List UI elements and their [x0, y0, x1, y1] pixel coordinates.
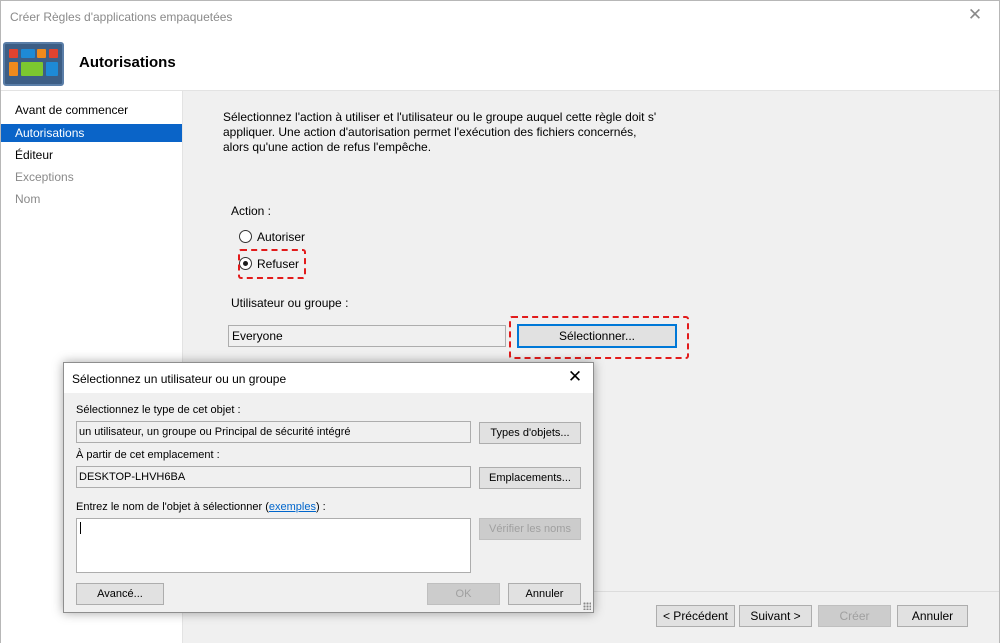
check-names-button: Vérifier les noms — [479, 518, 581, 540]
user-group-label: Utilisateur ou groupe : — [231, 296, 349, 310]
locations-button[interactable]: Emplacements... — [479, 467, 581, 489]
radio-allow[interactable]: Autoriser — [239, 229, 305, 245]
description-line: alors qu'une action de refus l'empêche. — [223, 140, 432, 154]
action-label: Action : — [231, 204, 272, 218]
next-button[interactable]: Suivant > — [739, 605, 812, 627]
deny-highlight-box — [238, 249, 306, 279]
create-button: Créer — [818, 605, 891, 627]
object-types-button[interactable]: Types d'objets... — [479, 422, 581, 444]
previous-button[interactable]: < Précédent — [656, 605, 735, 627]
enter-name-label: Entrez le nom de l'objet à sélectionner … — [76, 501, 326, 513]
page-title: Autorisations — [79, 54, 176, 71]
examples-link[interactable]: exemples — [269, 501, 316, 513]
wizard-cancel-button[interactable]: Annuler — [897, 605, 968, 627]
object-type-label: Sélectionnez le type de cet objet : — [76, 404, 241, 416]
radio-allow-label: Autoriser — [257, 229, 306, 244]
resize-grip-icon[interactable] — [583, 602, 591, 610]
window-title: Créer Règles d'applications empaquetées — [10, 10, 233, 24]
close-icon[interactable]: ✕ — [965, 5, 985, 25]
select-user-group-dialog: Sélectionnez un utilisateur ou un groupe… — [63, 362, 594, 613]
dialog-close-icon[interactable]: ✕ — [565, 367, 585, 387]
enter-name-prefix: Entrez le nom de l'objet à sélectionner … — [76, 501, 269, 513]
sidebar-item-editeur[interactable]: Éditeur — [1, 146, 182, 164]
dialog-title: Sélectionnez un utilisateur ou un groupe — [72, 372, 287, 386]
advanced-button[interactable]: Avancé... — [76, 583, 164, 605]
location-label: À partir de cet emplacement : — [76, 449, 220, 461]
wizard-header: Autorisations — [1, 33, 999, 91]
sidebar-item-exceptions: Exceptions — [15, 170, 74, 184]
object-name-input[interactable] — [76, 518, 471, 573]
enter-name-suffix: ) : — [315, 501, 326, 513]
description-line: Sélectionnez l'action à utiliser et l'ut… — [223, 110, 657, 124]
sidebar-item-autorisations[interactable]: Autorisations — [1, 124, 182, 142]
dialog-title-bar: Sélectionnez un utilisateur ou un groupe… — [64, 363, 593, 393]
text-caret — [80, 522, 81, 534]
applocker-app-icon — [3, 42, 64, 86]
object-type-field: un utilisateur, un groupe ou Principal d… — [76, 421, 471, 443]
ok-button: OK — [427, 583, 500, 605]
description-line: appliquer. Une action d'autorisation per… — [223, 125, 637, 139]
dialog-cancel-button[interactable]: Annuler — [508, 583, 581, 605]
radio-allow-circle[interactable] — [239, 230, 252, 244]
sidebar-item-nom: Nom — [15, 192, 41, 206]
user-group-field: Everyone — [228, 325, 506, 347]
title-bar: Créer Règles d'applications empaquetées … — [1, 1, 999, 33]
sidebar-item-avant-de-commencer[interactable]: Avant de commencer — [1, 101, 182, 119]
select-highlight-box — [509, 316, 689, 359]
location-field: DESKTOP-LHVH6BA — [76, 466, 471, 488]
description-text: Sélectionnez l'action à utiliser et l'ut… — [223, 110, 673, 155]
